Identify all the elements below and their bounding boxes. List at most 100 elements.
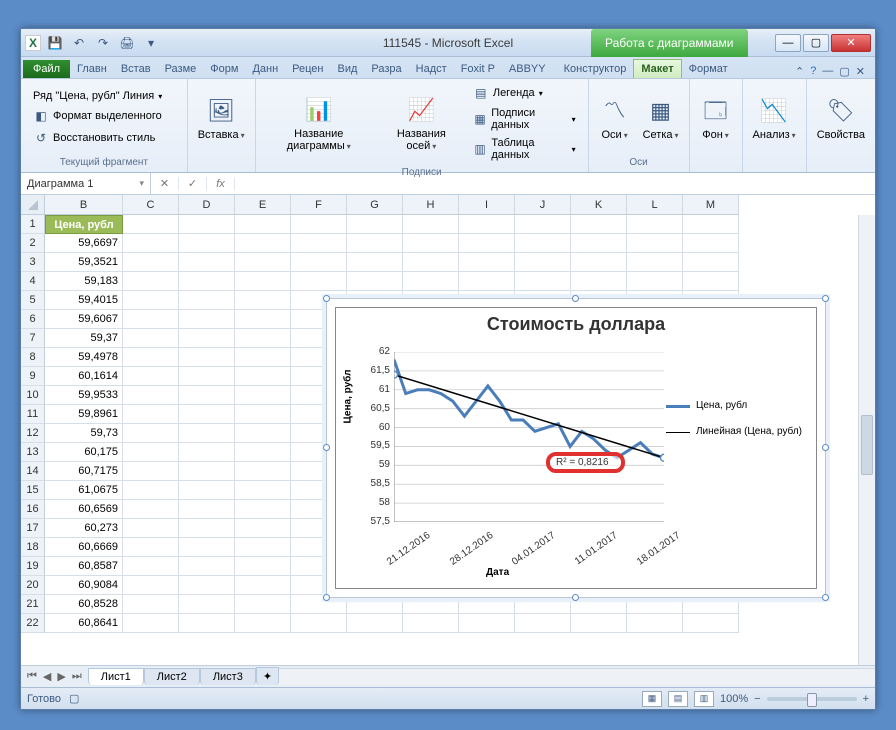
empty-cell[interactable] (179, 253, 235, 272)
empty-cell[interactable] (235, 462, 291, 481)
col-header-F[interactable]: F (291, 195, 347, 215)
empty-cell[interactable] (179, 405, 235, 424)
enter-formula-icon[interactable]: ✓ (179, 177, 207, 190)
tab-file[interactable]: Файл (23, 60, 70, 78)
select-all-corner[interactable] (21, 195, 45, 215)
empty-cell[interactable] (347, 253, 403, 272)
empty-cell[interactable] (123, 519, 179, 538)
tab-view[interactable]: Вид (331, 60, 365, 78)
empty-cell[interactable] (515, 272, 571, 291)
col-header-B[interactable]: B (45, 195, 123, 215)
row-header[interactable]: 17 (21, 519, 45, 538)
plot-background-button[interactable]: 🗔Фон (694, 93, 738, 143)
worksheet-area[interactable]: BCDEFGHIJKLM 1Цена, рубл259,6697359,3521… (21, 195, 875, 665)
empty-cell[interactable] (235, 443, 291, 462)
empty-cell[interactable] (683, 272, 739, 291)
row-header[interactable]: 15 (21, 481, 45, 500)
row-header[interactable]: 11 (21, 405, 45, 424)
row-header[interactable]: 8 (21, 348, 45, 367)
tab-data[interactable]: Данн (245, 60, 285, 78)
col-header-G[interactable]: G (347, 195, 403, 215)
tab-chart-layout[interactable]: Макет (633, 59, 681, 78)
row-header[interactable]: 10 (21, 386, 45, 405)
empty-cell[interactable] (123, 310, 179, 329)
ribbon-minimize-icon[interactable]: ⌃ (795, 65, 804, 78)
view-layout-button[interactable]: ▤ (668, 691, 688, 707)
close-button[interactable]: ✕ (831, 34, 871, 52)
row-header[interactable]: 7 (21, 329, 45, 348)
tab-formulas[interactable]: Форм (203, 60, 245, 78)
empty-cell[interactable] (459, 272, 515, 291)
empty-cell[interactable] (683, 234, 739, 253)
data-labels-button[interactable]: ▦Подписи данных▾ (469, 105, 580, 133)
row-header[interactable]: 19 (21, 557, 45, 576)
r-squared-annotation[interactable]: R² = 0,8216 (546, 452, 625, 473)
tab-addins[interactable]: Надст (409, 60, 454, 78)
tab-chart-format[interactable]: Формат (682, 60, 735, 78)
empty-cell[interactable] (627, 234, 683, 253)
data-cell[interactable]: 60,6669 (45, 538, 123, 557)
empty-cell[interactable] (123, 500, 179, 519)
empty-cell[interactable] (235, 538, 291, 557)
empty-cell[interactable] (179, 291, 235, 310)
empty-cell[interactable] (403, 272, 459, 291)
sheet-nav-next[interactable]: ▶ (55, 670, 67, 683)
empty-cell[interactable] (123, 215, 179, 234)
data-cell[interactable]: 60,8641 (45, 614, 123, 633)
empty-cell[interactable] (235, 291, 291, 310)
empty-cell[interactable] (179, 519, 235, 538)
empty-cell[interactable] (179, 462, 235, 481)
chart-legend[interactable]: Цена, рубл Линейная (Цена, рубл) (666, 398, 802, 450)
empty-cell[interactable] (683, 215, 739, 234)
help-icon[interactable]: ? (810, 65, 816, 78)
empty-cell[interactable] (683, 253, 739, 272)
properties-button[interactable]: 🏷Свойства (811, 93, 871, 143)
empty-cell[interactable] (235, 481, 291, 500)
tab-insert[interactable]: Встав (114, 60, 158, 78)
zoom-in-button[interactable]: + (863, 693, 869, 705)
column-header-cell[interactable]: Цена, рубл (45, 215, 123, 234)
empty-cell[interactable] (179, 500, 235, 519)
empty-cell[interactable] (571, 614, 627, 633)
insert-button[interactable]: 🖼Вставка (192, 93, 251, 143)
tab-developer[interactable]: Разра (364, 60, 408, 78)
empty-cell[interactable] (179, 595, 235, 614)
new-sheet-button[interactable]: ✦ (256, 667, 279, 685)
empty-cell[interactable] (179, 557, 235, 576)
empty-cell[interactable] (179, 538, 235, 557)
empty-cell[interactable] (235, 329, 291, 348)
data-cell[interactable]: 59,9533 (45, 386, 123, 405)
empty-cell[interactable] (347, 614, 403, 633)
empty-cell[interactable] (403, 614, 459, 633)
col-header-L[interactable]: L (627, 195, 683, 215)
qat-undo[interactable]: ↶ (69, 33, 89, 53)
empty-cell[interactable] (123, 443, 179, 462)
sheet-nav-first[interactable]: ⏮ (25, 670, 39, 683)
empty-cell[interactable] (235, 348, 291, 367)
row-header[interactable]: 4 (21, 272, 45, 291)
row-header[interactable]: 12 (21, 424, 45, 443)
chart-object[interactable]: Стоимость доллара Цена, рубл R² = 0,8216… (326, 298, 826, 598)
tab-abbyy[interactable]: ABBYY (502, 60, 553, 78)
col-header-J[interactable]: J (515, 195, 571, 215)
empty-cell[interactable] (123, 253, 179, 272)
doc-close-icon[interactable]: ✕ (856, 65, 865, 78)
tab-pagelayout[interactable]: Разме (158, 60, 204, 78)
empty-cell[interactable] (403, 253, 459, 272)
data-cell[interactable]: 59,6067 (45, 310, 123, 329)
tab-home[interactable]: Главн (70, 60, 114, 78)
empty-cell[interactable] (291, 215, 347, 234)
data-cell[interactable]: 59,6697 (45, 234, 123, 253)
row-header[interactable]: 20 (21, 576, 45, 595)
empty-cell[interactable] (235, 614, 291, 633)
chart-title-button[interactable]: 📊Название диаграммы (260, 92, 378, 154)
data-cell[interactable]: 59,4015 (45, 291, 123, 310)
chart-title[interactable]: Стоимость доллара (336, 308, 816, 341)
vertical-scrollbar[interactable] (858, 215, 875, 665)
empty-cell[interactable] (683, 614, 739, 633)
empty-cell[interactable] (123, 291, 179, 310)
row-header[interactable]: 22 (21, 614, 45, 633)
reset-style-button[interactable]: ↺Восстановить стиль (29, 128, 166, 148)
horizontal-scrollbar[interactable] (279, 668, 875, 685)
empty-cell[interactable] (515, 614, 571, 633)
